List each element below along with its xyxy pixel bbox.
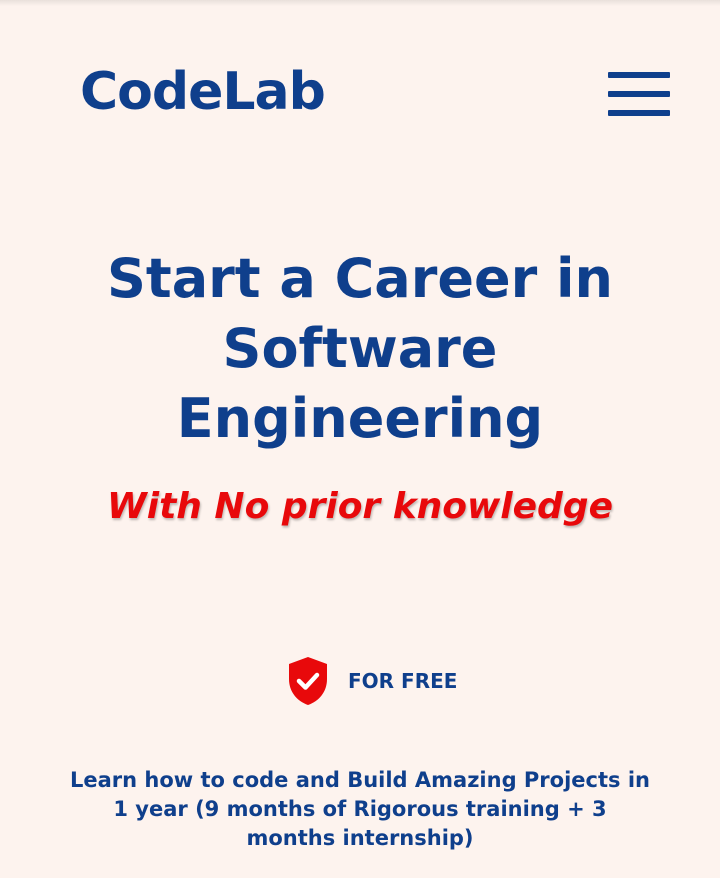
menu-bar bbox=[608, 72, 670, 78]
menu-bar bbox=[608, 110, 670, 116]
hero-subheadline: With No prior knowledge bbox=[107, 486, 613, 527]
shield-check-icon bbox=[289, 657, 327, 705]
hero-description: Learn how to code and Build Amazing Proj… bbox=[70, 768, 650, 850]
hamburger-menu-icon[interactable] bbox=[608, 72, 670, 116]
free-badge: FOR FREE bbox=[286, 654, 457, 708]
badge-label: FOR FREE bbox=[348, 669, 458, 693]
codelab-logo[interactable]: CodeLab bbox=[80, 60, 326, 124]
hero-headline: Start a Career in Software Engineering bbox=[107, 247, 613, 450]
top-edge-shadow bbox=[0, 0, 720, 6]
menu-bar bbox=[608, 91, 670, 97]
